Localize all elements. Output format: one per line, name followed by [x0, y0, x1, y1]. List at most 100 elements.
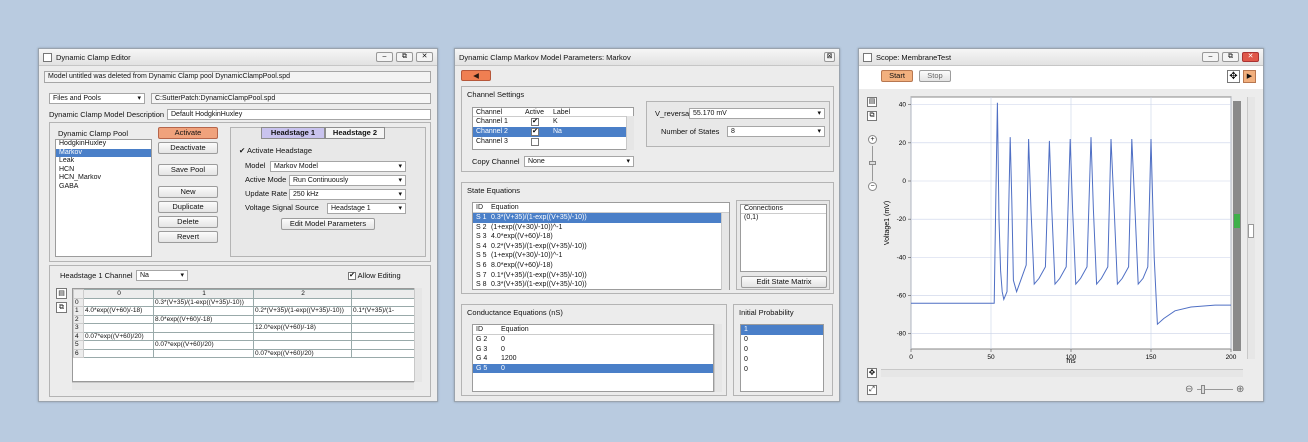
scope-vscroll-thumb[interactable]	[1248, 224, 1254, 238]
matrix-cell[interactable]	[351, 314, 421, 324]
edit-state-matrix-button[interactable]: Edit State Matrix	[741, 276, 827, 288]
allow-editing-checkbox[interactable]: ✔ Allow Editing	[348, 271, 401, 281]
stop-button[interactable]: Stop	[919, 70, 951, 82]
close-button[interactable]: ✕	[1242, 52, 1259, 62]
scope-horizontal-scrollbar[interactable]	[881, 369, 1243, 377]
table-view-icon[interactable]: ▤	[56, 288, 67, 299]
files-pools-select[interactable]: Files and Pools	[49, 93, 145, 104]
matrix-cell[interactable]: 0.07*exp((V+60)/20)	[253, 348, 352, 358]
equation-row[interactable]: G 3 0	[473, 345, 713, 355]
pool-item[interactable]: GABA	[56, 183, 151, 192]
matrix-cell[interactable]	[83, 314, 154, 324]
equation-row[interactable]: S 3 4.0*exp((V+60)/-18)	[473, 232, 729, 242]
matrix-cell[interactable]	[153, 323, 254, 333]
state-equation-list[interactable]: ID Equation S 1 0.3*(V+35)/(1-exp((V+35)/-…	[472, 202, 730, 290]
hs-channel-select[interactable]: Na	[136, 270, 188, 281]
matrix-cell[interactable]	[351, 331, 421, 341]
tab-headstage-2[interactable]: Headstage 2	[325, 127, 385, 139]
scope-titlebar[interactable]: Scope: MembraneTest – ⧉ ✕	[859, 49, 1263, 66]
copy-channel-select[interactable]: None	[524, 156, 634, 167]
pool-list[interactable]: HodgkinHuxley Markov Leak HCN HCN_Markov GABA	[55, 139, 152, 257]
zoom-out-icon[interactable]: −	[868, 182, 877, 191]
v-reversal-input[interactable]: 55.170 mV	[689, 108, 825, 119]
matrix-cell[interactable]	[153, 306, 254, 316]
channel-active-checkbox[interactable]: ✔	[531, 118, 539, 126]
zoom-in-icon[interactable]: +	[868, 135, 877, 144]
matrix-cell[interactable]	[83, 297, 154, 307]
matrix-horizontal-scrollbar[interactable]	[72, 382, 414, 390]
activate-headstage-checkbox[interactable]: ✔ Activate Headstage	[239, 146, 312, 155]
initial-probability-item[interactable]: 0	[741, 335, 823, 345]
connection-item[interactable]: (0,1)	[741, 214, 826, 223]
channel-row[interactable]: Channel 2 ✔ Na	[473, 127, 633, 137]
equation-row[interactable]: S 7 0.1*(V+35)/(1-exp((V+35)/-10))	[473, 271, 729, 281]
matrix-cell[interactable]: 8.0*exp((V+60)/-18)	[153, 314, 254, 324]
matrix-cell[interactable]	[351, 297, 421, 307]
matrix-cell[interactable]	[351, 348, 421, 358]
matrix-cell[interactable]	[253, 297, 352, 307]
pan-icon[interactable]: ✥	[867, 368, 877, 378]
editor-titlebar[interactable]: Dynamic Clamp Editor – ⧉ ✕	[39, 49, 437, 66]
pool-item[interactable]: HCN_Markov	[56, 174, 151, 183]
matrix-cell[interactable]: 0.2*(V+35)/(1-exp((V+35)/-10))	[253, 306, 352, 316]
restore-button[interactable]: ⧉	[396, 52, 413, 62]
matrix-cell[interactable]: 0.07*exp((V+60)/20)	[83, 331, 154, 341]
copy-icon[interactable]: ⧉	[56, 302, 67, 313]
equation-row[interactable]: G 2 0	[473, 335, 713, 345]
pool-item[interactable]: Markov	[56, 148, 151, 157]
duplicate-button[interactable]: Duplicate	[158, 201, 218, 213]
restore-button[interactable]: ⧉	[1222, 52, 1239, 62]
matrix-cell[interactable]: 0.3*(V+35)/(1-exp((V+35)/-10))	[153, 297, 254, 307]
play-icon[interactable]: ▶	[1243, 70, 1256, 83]
initial-probability-item[interactable]: 1	[741, 325, 823, 335]
revert-button[interactable]: Revert	[158, 231, 218, 243]
equation-row[interactable]: S 4 0.2*(V+35)/(1-exp((V+35)/-10))	[473, 242, 729, 252]
matrix-cell[interactable]: 4.0*exp((V+60)/-18)	[83, 306, 154, 316]
back-button[interactable]: ◀	[461, 70, 491, 81]
matrix-cell[interactable]	[253, 314, 352, 324]
deactivate-button[interactable]: Deactivate	[158, 142, 218, 154]
channel-row[interactable]: Channel 3	[473, 137, 633, 147]
voltage-plot[interactable]: 40200-20-40-60-800 50 100 150 200 Voltage1 (…	[881, 93, 1257, 365]
channel-active-checkbox[interactable]	[531, 138, 539, 146]
model-select[interactable]: Markov Model	[270, 161, 406, 172]
copy-icon[interactable]: ⧉	[867, 111, 877, 121]
markov-titlebar[interactable]: Dynamic Clamp Markov Model Parameters: M…	[455, 49, 839, 66]
equation-row[interactable]: S 5 (1+exp((V+30)/-10))^-1	[473, 251, 729, 261]
transition-matrix[interactable]: 0 1 2 0 0.3*(V+35)/(1-exp((V+35)/-10)) 1 4.0*e…	[72, 288, 422, 382]
initial-probability-item[interactable]: 0	[741, 345, 823, 355]
minimize-button[interactable]: –	[1202, 52, 1219, 62]
matrix-cell[interactable]	[351, 340, 421, 350]
matrix-cell[interactable]	[153, 331, 254, 341]
matrix-cell[interactable]: 12.0*exp((V+60)/-18)	[253, 323, 352, 333]
delete-button[interactable]: Delete	[158, 216, 218, 228]
new-button[interactable]: New	[158, 186, 218, 198]
conductance-scrollbar[interactable]	[714, 324, 722, 392]
equation-row[interactable]: S 2 (1+exp((V+30)/-10))^-1	[473, 223, 729, 233]
equation-row[interactable]: G 5 0	[473, 363, 713, 373]
zoom-in-icon[interactable]: ⊕	[1236, 384, 1244, 395]
minimize-button[interactable]: –	[376, 52, 393, 62]
initial-probability-item[interactable]: 0	[741, 365, 823, 375]
tab-headstage-1[interactable]: Headstage 1	[261, 127, 325, 139]
number-of-states-select[interactable]: 8	[727, 126, 825, 137]
initial-probability-item[interactable]: 0	[741, 355, 823, 365]
matrix-cell[interactable]	[351, 323, 421, 333]
move-icon[interactable]: ✥	[1227, 70, 1240, 83]
close-button[interactable]: ✕	[416, 52, 433, 62]
equation-row[interactable]: S 1 0.3*(V+35)/(1-exp((V+35)/-10))	[473, 213, 729, 223]
initial-probability-list[interactable]: 10000	[740, 324, 824, 392]
matrix-cell[interactable]	[83, 323, 154, 333]
matrix-cell[interactable]: 0.1*(V+35)/(1-	[351, 306, 421, 316]
equation-row[interactable]: S 8 0.3*(V+35)/(1-exp((V+35)/-10))	[473, 280, 729, 289]
matrix-cell[interactable]	[153, 348, 254, 358]
vertical-zoom-handle[interactable]	[869, 161, 876, 165]
equation-row[interactable]: S 6 8.0*exp((V+60)/-18)	[473, 261, 729, 271]
table-view-icon[interactable]: ▤	[867, 97, 877, 107]
equation-row[interactable]: G 4 1200	[473, 354, 713, 364]
channel-row[interactable]: Channel 1 ✔ K	[473, 117, 633, 127]
model-description-input[interactable]: Default HodgkinHuxley	[167, 109, 431, 120]
connections-list[interactable]: Connections (0,1)	[740, 204, 827, 272]
matrix-cell[interactable]	[83, 348, 154, 358]
conductance-list[interactable]: ID Equation G 2 0 G 3 0 G 4 1200 G 5 0	[472, 324, 714, 392]
